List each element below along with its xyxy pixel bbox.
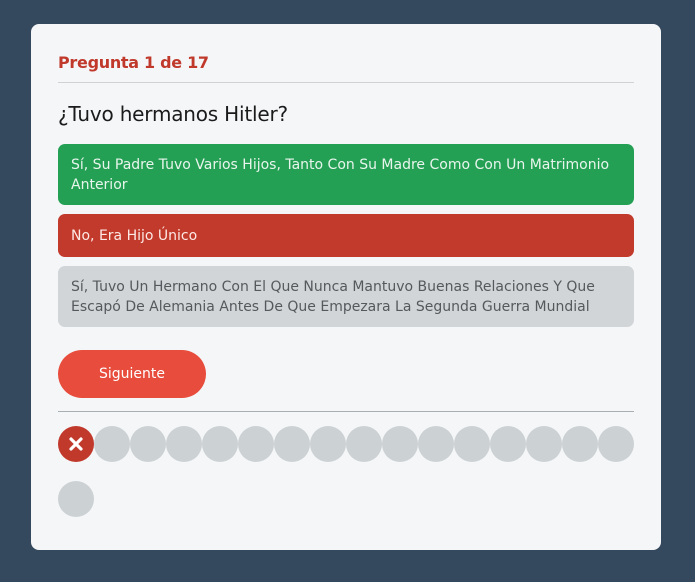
progress-dot-pending xyxy=(526,426,562,462)
progress-dot-pending xyxy=(130,426,166,462)
answer-option-selected-wrong[interactable]: No, Era Hijo Único xyxy=(58,214,634,257)
progress-dot-pending xyxy=(166,426,202,462)
answer-option-correct[interactable]: Sí, Su Padre Tuvo Varios Hijos, Tanto Co… xyxy=(58,144,634,205)
question-text: ¿Tuvo hermanos Hitler? xyxy=(58,102,288,126)
progress-dot-pending xyxy=(382,426,418,462)
next-button[interactable]: Siguiente xyxy=(58,350,206,398)
progress-dot-pending xyxy=(490,426,526,462)
answer-option-label: No, Era Hijo Único xyxy=(71,227,198,244)
quiz-card: Pregunta 1 de 17 ¿Tuvo hermanos Hitler? … xyxy=(31,24,661,550)
progress-dot-pending xyxy=(310,426,346,462)
x-icon xyxy=(69,437,83,451)
progress-dot-pending xyxy=(598,426,634,462)
progress-dot-pending xyxy=(418,426,454,462)
progress-dot-pending xyxy=(94,426,130,462)
progress-dot-pending xyxy=(454,426,490,462)
progress-dot-pending xyxy=(238,426,274,462)
answer-option-label: Sí, Tuvo Un Hermano Con El Que Nunca Man… xyxy=(71,278,595,315)
progress-dot-wrong xyxy=(58,426,94,462)
question-counter: Pregunta 1 de 17 xyxy=(58,53,209,72)
progress-dot-pending xyxy=(58,481,94,517)
progress-dot-pending xyxy=(202,426,238,462)
progress-dot-pending xyxy=(562,426,598,462)
progress-divider xyxy=(58,411,634,412)
header-divider xyxy=(58,82,634,83)
progress-dot-pending xyxy=(274,426,310,462)
answer-option-label: Sí, Su Padre Tuvo Varios Hijos, Tanto Co… xyxy=(71,156,610,193)
answer-option[interactable]: Sí, Tuvo Un Hermano Con El Que Nunca Man… xyxy=(58,266,634,327)
progress-dot-pending xyxy=(346,426,382,462)
